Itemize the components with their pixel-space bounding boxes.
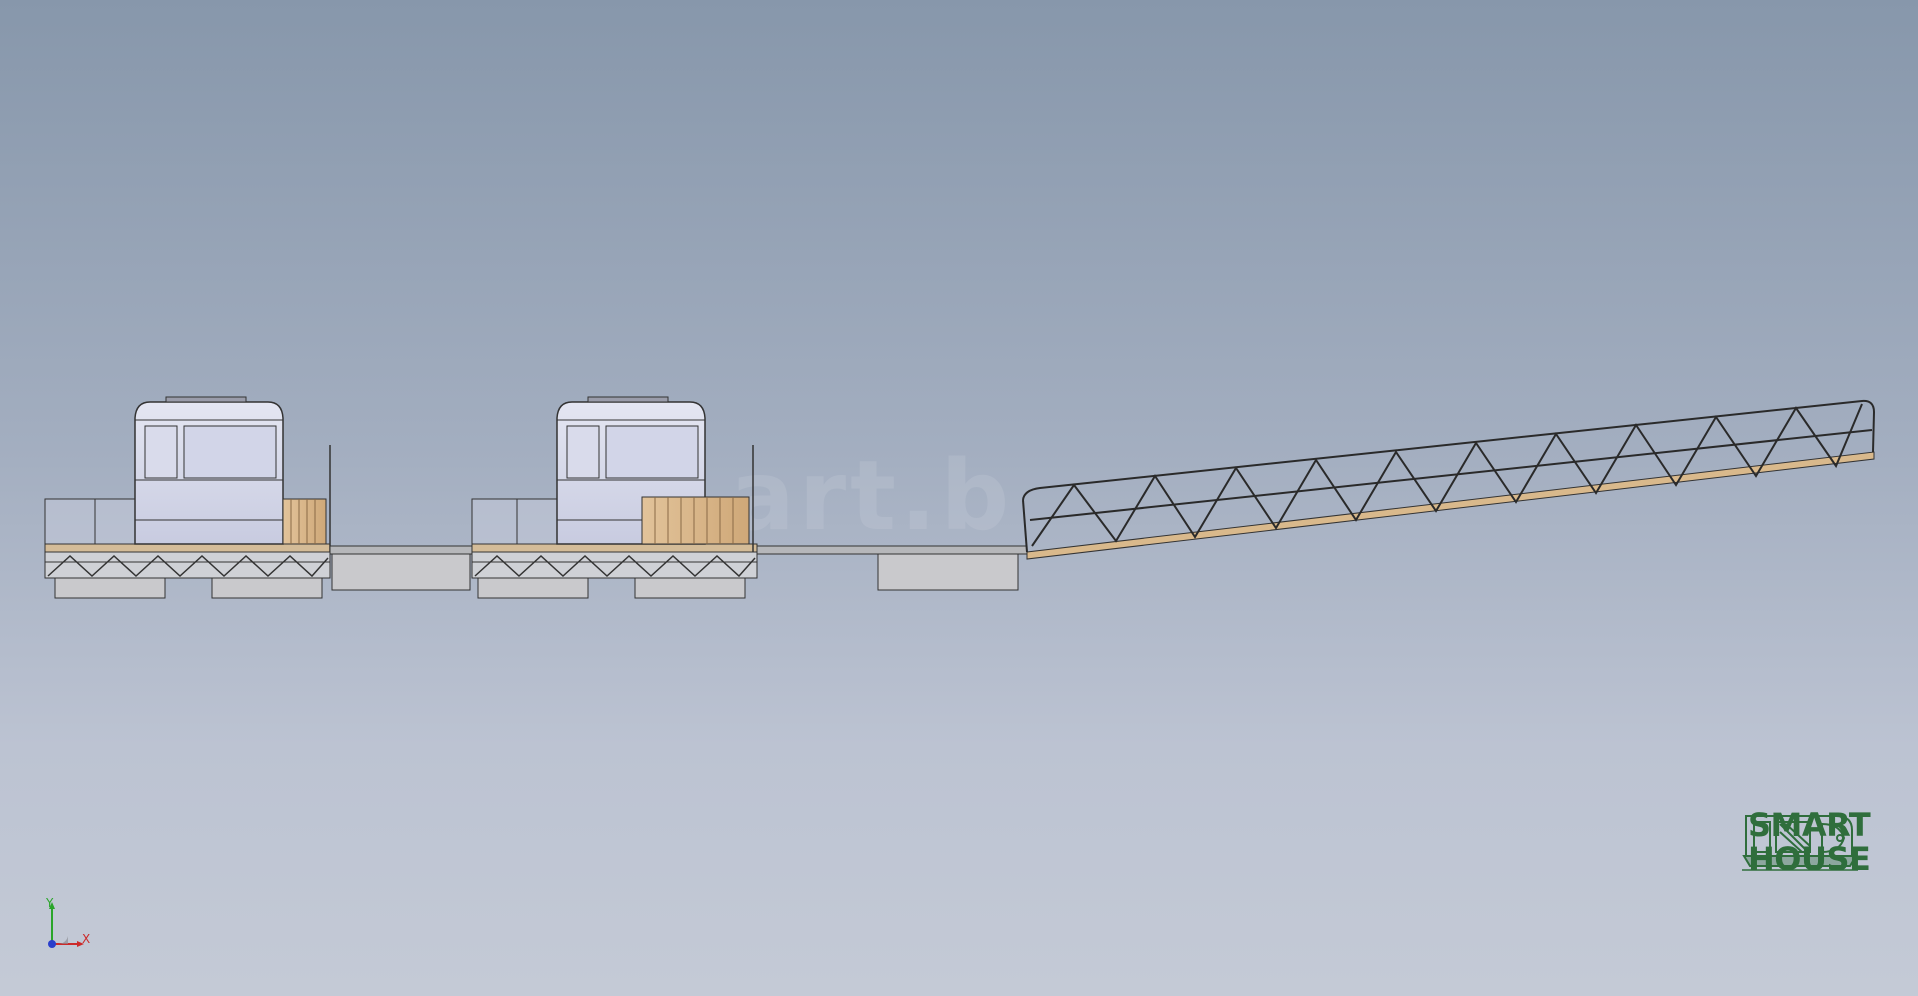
house-sketch-icon xyxy=(1742,815,1858,871)
smart-house-logo: SMART HOUSE xyxy=(1740,808,1880,958)
house-module-1 xyxy=(44,396,331,599)
walkway-1 xyxy=(329,545,473,591)
y-axis-label: Y xyxy=(46,896,54,910)
floating-dock-model xyxy=(44,396,1876,599)
cad-viewport[interactable]: art.b Y X SMART HOUSE xyxy=(0,0,1918,996)
gangway-truss xyxy=(1022,399,1876,560)
house-module-2 xyxy=(471,396,758,599)
walkway-2 xyxy=(756,545,1028,591)
x-axis-label: X xyxy=(82,932,91,946)
